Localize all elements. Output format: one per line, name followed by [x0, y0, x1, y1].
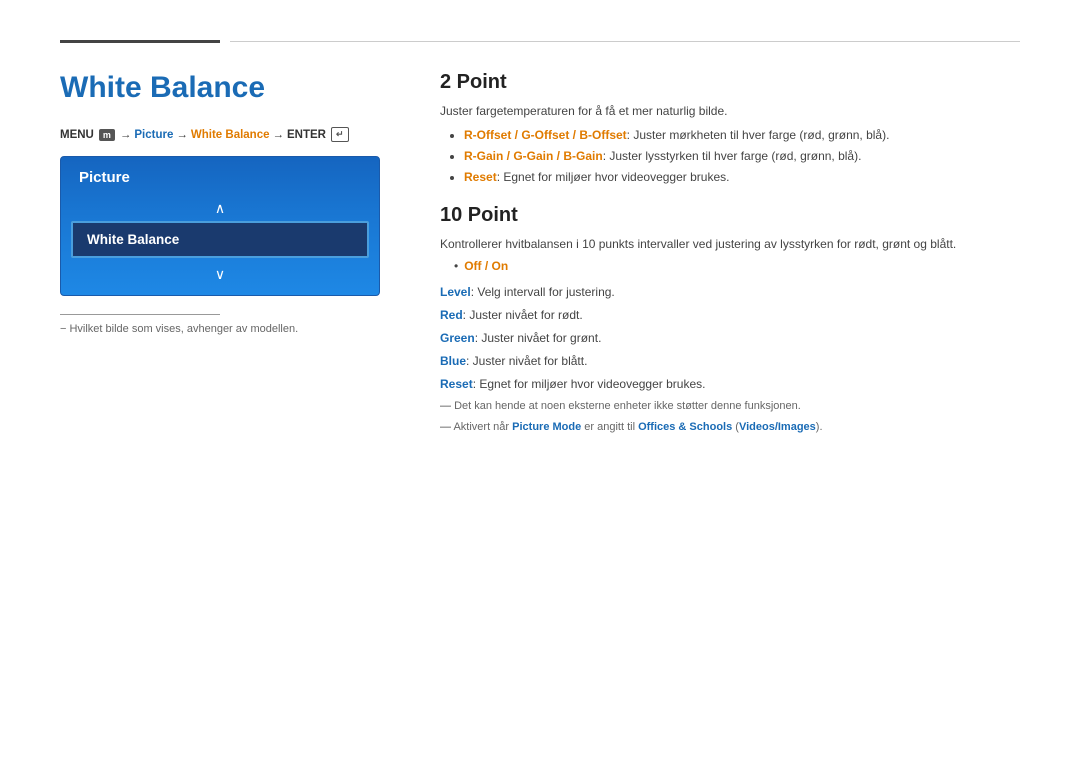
term-level: Level — [440, 285, 471, 299]
field-red: Red: Juster nivået for rødt. — [440, 306, 1020, 324]
term-reset-2p: Reset — [464, 170, 497, 184]
term-videos-images: Videos/Images — [739, 421, 816, 433]
section-2point-intro: Juster fargetemperaturen for å få et mer… — [440, 104, 1020, 118]
bullet-rgain: R-Gain / G-Gain / B-Gain: Juster lysstyr… — [464, 147, 1020, 165]
term-rgain: R-Gain / G-Gain / B-Gain — [464, 149, 603, 163]
up-arrow-container[interactable]: ∧ — [61, 196, 379, 221]
right-panel: 2 Point Juster fargetemperaturen for å f… — [440, 71, 1020, 453]
section-2point-bullets: R-Offset / G-Offset / B-Offset: Juster m… — [440, 126, 1020, 186]
up-arrow-icon[interactable]: ∧ — [215, 200, 225, 217]
field-green: Green: Juster nivået for grønt. — [440, 329, 1020, 347]
arrow3: → — [273, 129, 285, 141]
term-offices-schools: Offices & Schools — [638, 421, 732, 433]
enter-icon: ↵ — [331, 127, 349, 142]
note-paren-open: ( — [732, 421, 739, 433]
top-rule-light — [230, 41, 1020, 42]
term-offon: Off / On — [464, 259, 508, 273]
white-balance-link: White Balance — [191, 129, 270, 141]
menu-label: MENU — [60, 129, 94, 141]
bullet-reset-2p: Reset: Egnet for miljøer hvor videovegge… — [464, 168, 1020, 186]
down-arrow-icon[interactable]: ∨ — [215, 266, 225, 283]
term-roffset: R-Offset / G-Offset / B-Offset — [464, 128, 627, 142]
footnote-text: − Hvilket bilde som vises, avhenger av m… — [60, 323, 380, 335]
top-rule — [60, 40, 1020, 43]
page-title: White Balance — [60, 71, 380, 105]
term-reset-10p: Reset — [440, 377, 473, 391]
field-level: Level: Velg intervall for justering. — [440, 283, 1020, 301]
term-red: Red — [440, 308, 463, 322]
field-blue-text: : Juster nivået for blått. — [466, 354, 587, 368]
note-external-text: Det kan hende at noen eksterne enheter i… — [454, 400, 801, 412]
field-reset-10p-text: : Egnet for miljøer hvor videovegger bru… — [473, 377, 706, 391]
term-picture-mode: Picture Mode — [512, 421, 581, 433]
section-2point-title: 2 Point — [440, 71, 1020, 94]
field-level-text: : Velg intervall for justering. — [471, 285, 615, 299]
sub-bullet-offon: Off / On — [454, 259, 1020, 273]
menu-path: MENU m → Picture → White Balance → ENTER… — [60, 127, 380, 142]
arrow1: → — [120, 129, 132, 141]
page-layout: White Balance MENU m → Picture → White B… — [60, 71, 1020, 453]
section-10point-intro: Kontrollerer hvitbalansen i 10 punkts in… — [440, 237, 1020, 251]
note-activated-mid: er angitt til — [581, 421, 638, 433]
note-paren-close: ). — [816, 421, 823, 433]
bullet-roffset-text: : Juster mørkheten til hver farge (rød, … — [627, 128, 890, 142]
section-10point: 10 Point Kontrollerer hvitbalansen i 10 … — [440, 204, 1020, 435]
left-panel: White Balance MENU m → Picture → White B… — [60, 71, 380, 453]
note-external-devices: Det kan hende at noen eksterne enheter i… — [440, 398, 1020, 415]
note-picture-mode: Aktivert når Picture Mode er angitt til … — [440, 419, 1020, 436]
selected-menu-item[interactable]: White Balance — [71, 221, 369, 258]
down-arrow-container[interactable]: ∨ — [61, 258, 379, 295]
picture-link: Picture — [134, 129, 173, 141]
section-2point: 2 Point Juster fargetemperaturen for å f… — [440, 71, 1020, 186]
bullet-roffset: R-Offset / G-Offset / B-Offset: Juster m… — [464, 126, 1020, 144]
note-activated-prefix: Aktivert når — [453, 421, 512, 433]
picture-menu-box: Picture ∧ White Balance ∨ — [60, 156, 380, 296]
field-green-text: : Juster nivået for grønt. — [475, 331, 602, 345]
term-blue: Blue — [440, 354, 466, 368]
arrow2: → — [176, 129, 188, 141]
enter-label: ENTER — [287, 129, 326, 141]
menu-box-icon: m — [99, 129, 115, 141]
bullet-rgain-text: : Juster lysstyrken til hver farge (rød,… — [603, 149, 862, 163]
picture-menu-header: Picture — [61, 157, 379, 196]
section-10point-title: 10 Point — [440, 204, 1020, 227]
field-blue: Blue: Juster nivået for blått. — [440, 352, 1020, 370]
footnote-rule — [60, 314, 220, 315]
term-green: Green — [440, 331, 475, 345]
top-rule-dark — [60, 40, 220, 43]
field-red-text: : Juster nivået for rødt. — [463, 308, 583, 322]
field-reset-10p: Reset: Egnet for miljøer hvor videovegge… — [440, 375, 1020, 393]
bullet-reset-2p-text: : Egnet for miljøer hvor videovegger bru… — [497, 170, 730, 184]
